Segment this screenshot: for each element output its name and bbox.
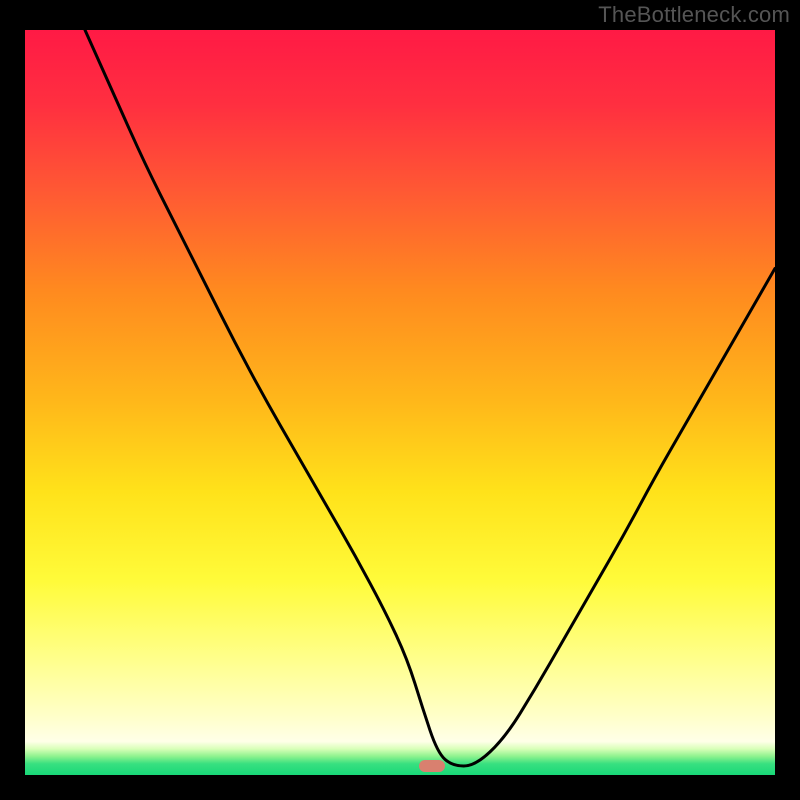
chart-frame: TheBottleneck.com: [0, 0, 800, 800]
watermark-label: TheBottleneck.com: [598, 2, 790, 28]
bottleneck-marker: [419, 760, 445, 772]
gradient-background: [25, 30, 775, 775]
plot-svg: [25, 30, 775, 775]
plot-area: [25, 30, 775, 775]
